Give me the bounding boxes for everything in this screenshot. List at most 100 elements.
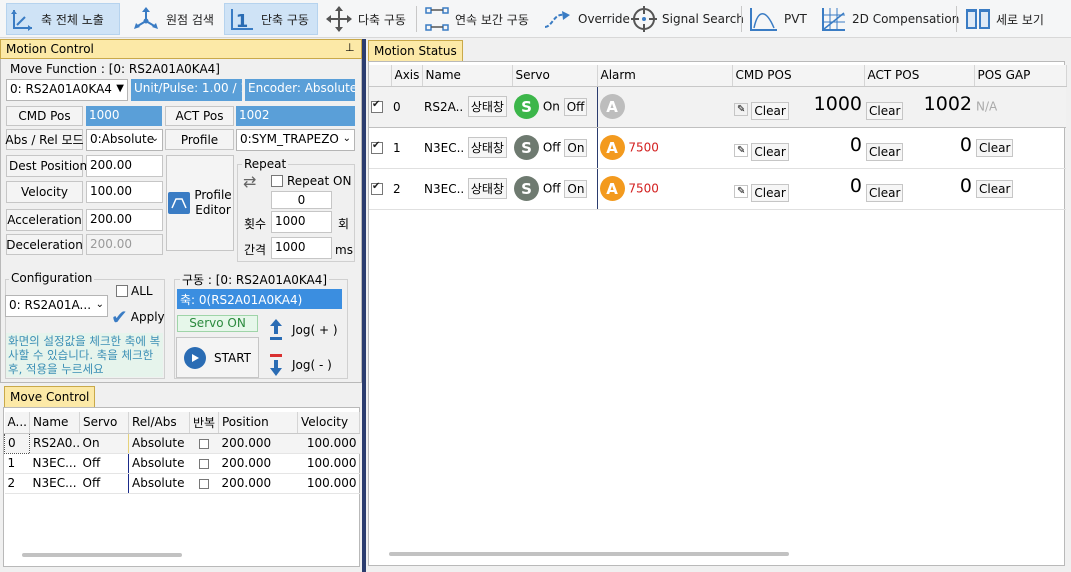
row-select[interactable]: [369, 168, 391, 210]
row-checkbox[interactable]: [371, 99, 383, 113]
row-position[interactable]: 200.000: [218, 433, 298, 454]
column-header[interactable]: 반복: [189, 412, 219, 434]
row-relabs[interactable]: Absolute: [128, 453, 190, 474]
alarm-clear-button[interactable]: Clear: [751, 143, 789, 161]
configuration-axis-select[interactable]: 0: RS2A01A... ⌄: [5, 295, 108, 317]
column-header[interactable]: Position: [218, 412, 298, 434]
cmd-pos-clear-button[interactable]: Clear: [866, 184, 904, 202]
row-cmd-pos-cell: ✎ Clear 1000: [732, 86, 864, 128]
repeat-checkbox[interactable]: [199, 438, 209, 449]
deceleration-input[interactable]: 200.00: [86, 234, 163, 255]
repeat-checkbox[interactable]: [199, 478, 209, 489]
column-header[interactable]: Servo: [79, 412, 129, 434]
profile-editor-button[interactable]: Profile Editor: [166, 155, 234, 251]
dest-position-input[interactable]: 200.00: [86, 155, 163, 177]
column-header[interactable]: Rel/Abs: [128, 412, 190, 434]
column-header[interactable]: Name: [422, 65, 513, 87]
servo-toggle-button[interactable]: Off: [563, 97, 588, 116]
toolbar-override-button[interactable]: Override: [538, 3, 634, 35]
toolbar-interpolation-button[interactable]: 연속 보간 구동: [419, 3, 533, 35]
servo-toggle-button[interactable]: On: [564, 179, 588, 198]
column-header[interactable]: CMD POS: [732, 65, 865, 87]
column-header[interactable]: Servo: [512, 65, 598, 87]
act-pos-clear-button[interactable]: Clear: [976, 138, 1014, 157]
repeat-count-input[interactable]: 1000: [271, 211, 332, 233]
row-checkbox[interactable]: [371, 140, 383, 154]
column-header[interactable]: POS GAP: [974, 65, 1067, 87]
toolbar-expand-axes-button[interactable]: 축 전체 노출: [6, 3, 120, 35]
configuration-help-text: 화면의 설정값을 체크한 축에 복사할 수 있습니다. 축을 체크한 후, 적용…: [6, 333, 163, 377]
interpolation-icon: [425, 7, 449, 31]
jog-plus-button[interactable]: Jog( + ): [268, 317, 338, 343]
column-header[interactable]: Name: [29, 412, 80, 434]
repeat-interval-input[interactable]: 1000: [271, 237, 332, 259]
jog-minus-button[interactable]: Jog( - ): [268, 352, 332, 378]
column-header[interactable]: ACT POS: [864, 65, 975, 87]
table-row[interactable]: 2 N3EC... Off Absolute 200.000 100.000: [4, 473, 360, 494]
toolbar-expand-axes-label: 축 전체 노출: [41, 12, 104, 27]
table-row[interactable]: 0 RS2A0... On Absolute 200.000 100.000: [4, 432, 360, 454]
toolbar-pvt-button[interactable]: PVT: [744, 3, 811, 35]
row-checkbox[interactable]: [371, 181, 383, 195]
status-window-button[interactable]: 상태창: [467, 137, 507, 158]
toolbar-vertical-view-button[interactable]: 세로 보기: [960, 3, 1048, 35]
row-relabs[interactable]: Absolute: [128, 473, 190, 494]
row-relabs[interactable]: Absolute: [128, 433, 190, 454]
column-header[interactable]: Alarm: [596, 65, 733, 87]
row-repeat[interactable]: [189, 453, 219, 474]
row-position[interactable]: 200.000: [218, 453, 298, 474]
column-header[interactable]: A...: [4, 412, 30, 434]
row-alarm-cell: A: [596, 86, 732, 128]
row-repeat[interactable]: [189, 433, 219, 454]
toolbar-compensation-button[interactable]: 2D Compensation: [816, 3, 963, 35]
pin-icon[interactable]: ⊥: [345, 41, 355, 54]
repeat-checkbox[interactable]: [199, 458, 209, 469]
alarm-clear-button[interactable]: Clear: [751, 102, 789, 120]
velocity-input[interactable]: 100.00: [86, 181, 163, 203]
repeat-count-label: 횟수: [244, 217, 267, 231]
start-label: START: [213, 350, 252, 365]
eraser-icon[interactable]: ✎: [734, 185, 749, 198]
row-position[interactable]: 200.000: [218, 473, 298, 494]
apply-button[interactable]: ✔ Apply: [111, 305, 165, 329]
row-repeat[interactable]: [189, 473, 219, 494]
horizontal-scrollbar[interactable]: [389, 552, 789, 556]
cmd-pos-clear-button[interactable]: Clear: [866, 102, 904, 120]
row-velocity[interactable]: 100.000: [297, 473, 360, 494]
status-window-button[interactable]: 상태창: [467, 96, 507, 117]
status-window-button[interactable]: 상태창: [467, 178, 507, 199]
alarm-clear-button[interactable]: Clear: [751, 184, 789, 202]
toolbar-separator: [956, 6, 957, 32]
table-row[interactable]: 0 RS2A... 상태창 S On Off A ✎Clear1000 Clea…: [369, 86, 1066, 128]
panel-splitter[interactable]: [362, 39, 366, 572]
horizontal-scrollbar[interactable]: [22, 553, 182, 557]
toolbar-multi-axis-button[interactable]: 다축 구동: [320, 3, 410, 35]
table-row[interactable]: 2 N3EC... 상태창 S Off On A 7500 ✎Clear0 Cl…: [369, 168, 1066, 210]
start-button[interactable]: START: [176, 337, 259, 378]
move-axis-select[interactable]: 0: RS2A01A0KA4 ▼: [6, 79, 128, 101]
eraser-icon[interactable]: ✎: [734, 103, 749, 116]
row-velocity[interactable]: 100.000: [297, 453, 360, 474]
column-header[interactable]: Velocity: [297, 412, 360, 434]
servo-toggle-button[interactable]: On: [564, 138, 588, 157]
toolbar-single-axis-button[interactable]: 1 단축 구동: [224, 3, 318, 35]
all-axes-checkbox[interactable]: [116, 285, 128, 297]
cmd-pos-clear-button[interactable]: Clear: [866, 143, 904, 161]
toolbar-home-search-button[interactable]: 원점 검색: [126, 3, 218, 35]
row-velocity[interactable]: 100.000: [297, 433, 360, 454]
act-pos-clear-button[interactable]: Clear: [976, 179, 1014, 198]
tab-motion-status[interactable]: Motion Status: [368, 40, 463, 61]
abs-rel-select[interactable]: 0:Absolute ⌄: [86, 129, 163, 151]
tab-move-control[interactable]: Move Control: [4, 386, 96, 407]
table-row[interactable]: 1 N3EC... Off Absolute 200.000 100.000: [4, 453, 360, 474]
row-select[interactable]: [369, 86, 391, 128]
repeat-on-checkbox[interactable]: [271, 175, 283, 187]
acceleration-input[interactable]: 200.00: [86, 209, 163, 231]
row-select[interactable]: [369, 127, 391, 169]
eraser-icon[interactable]: ✎: [734, 144, 749, 157]
column-header[interactable]: Axis: [391, 65, 423, 87]
alarm-icon: A: [599, 135, 625, 160]
profile-select[interactable]: 0:SYM_TRAPEZO ⌄: [236, 129, 355, 151]
table-row[interactable]: 1 N3EC... 상태창 S Off On A 7500 ✎Clear0 Cl…: [369, 127, 1066, 169]
toolbar-signal-search-button[interactable]: Signal Search: [626, 3, 748, 35]
